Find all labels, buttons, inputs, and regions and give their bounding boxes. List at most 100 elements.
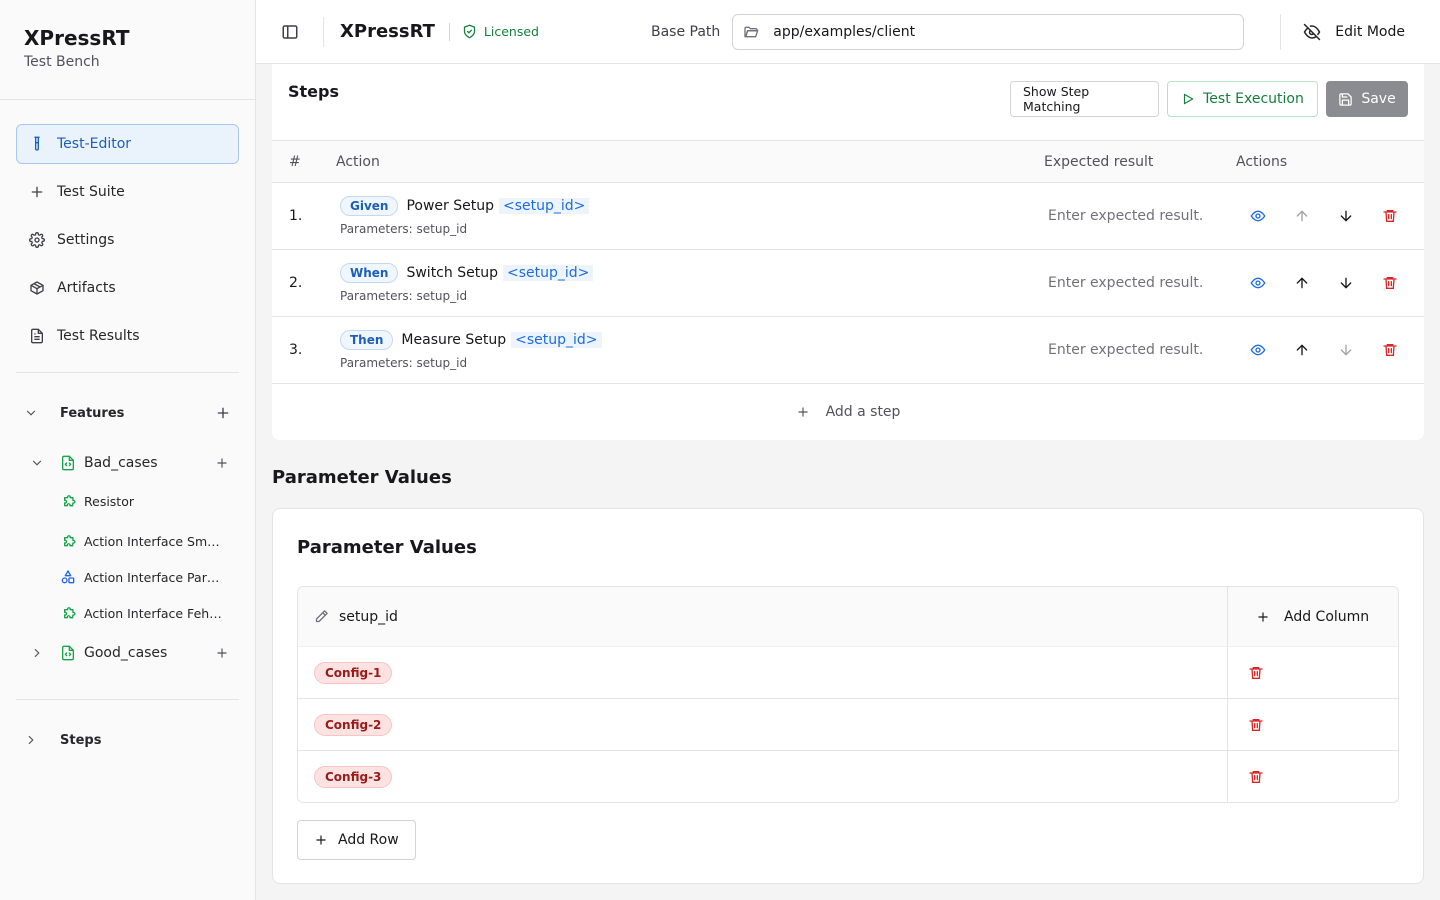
nav-item-test-editor[interactable]: Test-Editor xyxy=(16,124,239,164)
step-row: 1. Given Power Setup <setup_id> Paramete… xyxy=(272,183,1424,250)
chevron-down-icon[interactable] xyxy=(24,406,38,420)
step-action[interactable]: Given Power Setup <setup_id> Parameters:… xyxy=(336,196,1044,236)
move-down-button[interactable] xyxy=(1324,342,1368,358)
nav-item-settings[interactable]: Settings xyxy=(16,220,239,260)
add-scenario-icon[interactable] xyxy=(215,456,229,470)
step-parameter: <setup_id> xyxy=(511,332,602,348)
license-status: Licensed xyxy=(462,24,539,39)
parameter-cell[interactable]: Config-2 xyxy=(298,699,1228,750)
view-button[interactable] xyxy=(1236,208,1280,224)
delete-step-button[interactable] xyxy=(1368,275,1412,291)
column-expected: Expected result xyxy=(1044,153,1154,170)
folder-good-cases[interactable]: Good_cases xyxy=(16,633,239,673)
steps-section-header[interactable]: Steps xyxy=(16,720,239,760)
features-label: Features xyxy=(60,405,125,421)
parameter-cell[interactable]: Config-1 xyxy=(298,647,1228,698)
parameter-table: setup_id Add Column Config-1 Config-2 Co… xyxy=(297,586,1399,803)
steps-tree: Steps xyxy=(0,700,255,760)
plus-icon xyxy=(1258,611,1268,622)
nav-item-artifacts[interactable]: Artifacts xyxy=(16,268,239,308)
sidebar-toggle-button[interactable] xyxy=(256,16,324,47)
nav-item-test-results[interactable]: Test Results xyxy=(16,316,239,356)
app-subtitle: Test Bench xyxy=(24,54,100,70)
test-execution-label: Test Execution xyxy=(1203,91,1304,107)
trash-icon xyxy=(1249,666,1263,679)
move-up-button[interactable] xyxy=(1280,275,1324,291)
nav-item-test-suite[interactable]: Test Suite xyxy=(16,172,239,212)
step-parameters: Parameters: setup_id xyxy=(340,289,468,303)
add-row-button[interactable]: Add Row xyxy=(297,820,416,860)
step-text: Measure Setup xyxy=(401,332,507,348)
tree-leaf-action-interface-para[interactable]: Action Interface Para... xyxy=(16,559,239,595)
trash-icon xyxy=(1249,718,1263,731)
tree-leaf-action-interface-smo[interactable]: Action Interface Smo... xyxy=(16,523,239,559)
delete-step-button[interactable] xyxy=(1368,208,1412,224)
base-path-label: Base Path xyxy=(650,23,721,40)
chevron-right-icon[interactable] xyxy=(24,733,38,747)
move-down-button[interactable] xyxy=(1324,275,1368,291)
keyword-badge: When xyxy=(340,263,399,283)
delete-row-button[interactable] xyxy=(1228,699,1398,750)
step-parameter: <setup_id> xyxy=(499,198,590,214)
parameter-row: Config-2 xyxy=(298,699,1398,751)
nav-item-label: Artifacts xyxy=(57,280,116,296)
folder-open-icon xyxy=(744,26,759,37)
delete-row-button[interactable] xyxy=(1228,751,1398,802)
chevron-down-icon[interactable] xyxy=(30,456,44,470)
puzzle-icon xyxy=(64,535,76,547)
step-parameters: Parameters: setup_id xyxy=(340,222,468,236)
delete-row-button[interactable] xyxy=(1228,647,1398,698)
add-step-button[interactable]: Add a step xyxy=(272,384,1424,440)
license-label: Licensed xyxy=(483,24,539,39)
step-action[interactable]: When Switch Setup <setup_id> Parameters:… xyxy=(336,263,1044,303)
tree-leaf-resistor[interactable]: Resistor xyxy=(16,483,239,519)
step-action[interactable]: Then Measure Setup <setup_id> Parameters… xyxy=(336,330,1044,370)
pencil-icon[interactable] xyxy=(314,609,329,624)
test-execution-button[interactable]: Test Execution xyxy=(1167,81,1318,117)
parameter-values-heading: Parameter Values xyxy=(272,467,452,488)
panel-left-icon xyxy=(282,24,297,39)
play-icon xyxy=(1184,93,1194,105)
expected-result-input[interactable]: Enter expected result. xyxy=(1044,275,1236,291)
folder-bad-cases[interactable]: Bad_cases xyxy=(16,443,239,483)
parameter-row: Config-3 xyxy=(298,751,1398,802)
view-button[interactable] xyxy=(1236,342,1280,358)
expected-result-input[interactable]: Enter expected result. xyxy=(1044,342,1236,358)
parameter-table-header: setup_id Add Column xyxy=(298,587,1398,647)
column-header-setup-id[interactable]: setup_id xyxy=(298,587,1228,646)
move-up-button[interactable] xyxy=(1280,208,1324,224)
save-label: Save xyxy=(1361,91,1396,107)
chevron-right-icon[interactable] xyxy=(30,646,44,660)
view-button[interactable] xyxy=(1236,275,1280,291)
add-scenario-icon[interactable] xyxy=(215,646,229,660)
step-text: Power Setup xyxy=(406,198,494,214)
step-number: 2. xyxy=(289,275,303,291)
features-header[interactable]: Features xyxy=(16,393,239,433)
shapes-icon xyxy=(61,570,75,584)
save-button[interactable]: Save xyxy=(1326,81,1408,117)
brand: XPressRT Test Bench xyxy=(0,0,255,100)
arrow-down-icon xyxy=(1340,210,1352,222)
topbar-separator xyxy=(448,22,450,41)
column-action: Action xyxy=(336,153,380,170)
move-up-button[interactable] xyxy=(1280,342,1324,358)
eye-icon xyxy=(1250,277,1266,289)
keyword-badge: Given xyxy=(340,196,399,216)
parameter-cell[interactable]: Config-3 xyxy=(298,751,1228,802)
steps-card: Steps Show Step Matching Test Execution … xyxy=(272,64,1424,440)
add-feature-icon[interactable] xyxy=(215,405,231,421)
add-column-button[interactable]: Add Column xyxy=(1228,587,1398,646)
main-content: Steps Show Step Matching Test Execution … xyxy=(256,64,1440,900)
show-step-matching-button[interactable]: Show Step Matching xyxy=(1010,81,1159,117)
move-down-button[interactable] xyxy=(1324,208,1368,224)
base-path-input[interactable]: app/examples/client xyxy=(732,13,1245,50)
expected-result-input[interactable]: Enter expected result. xyxy=(1044,208,1236,224)
nav-item-label: Test-Editor xyxy=(57,136,132,152)
add-column-label: Add Column xyxy=(1284,608,1370,625)
tree-leaf-action-interface-fehl[interactable]: Action Interface Fehl... xyxy=(16,595,239,631)
edit-mode-button[interactable]: Edit Mode xyxy=(1303,23,1405,41)
app-name: XPressRT xyxy=(24,26,130,50)
save-icon xyxy=(1339,92,1353,106)
delete-step-button[interactable] xyxy=(1368,342,1412,358)
add-row-label: Add Row xyxy=(338,832,399,848)
